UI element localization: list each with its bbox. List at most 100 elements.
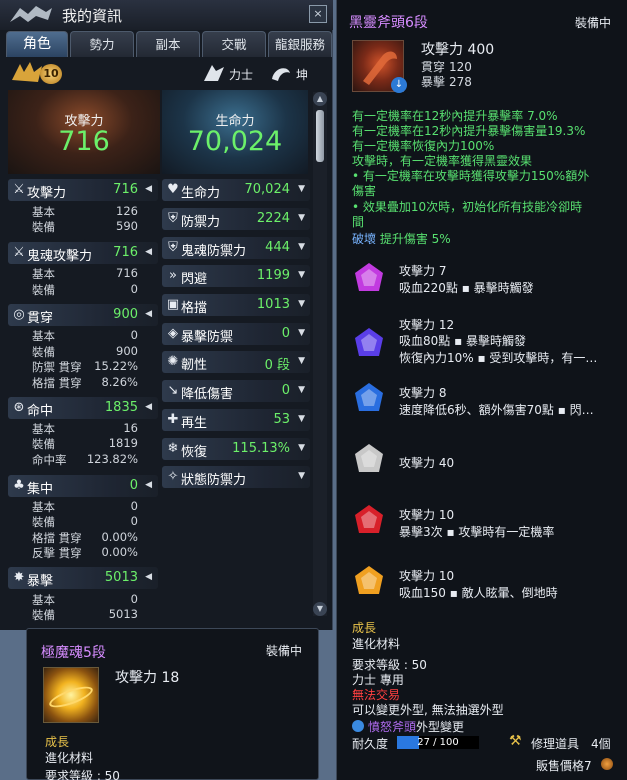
equipped-status: 裝備中 bbox=[574, 16, 611, 30]
stat-value: 716 bbox=[113, 245, 138, 260]
stat-attack-power[interactable]: ⚔ 攻擊力 716 ◀ bbox=[8, 179, 158, 201]
dropdown-arrow-icon[interactable]: ▼ bbox=[298, 184, 305, 194]
stat-sub-row: 命中率 123.82% bbox=[32, 452, 138, 467]
stat-defense[interactable]: ⛨ 防禦力 2224 ▼ bbox=[162, 208, 310, 230]
scrollbar[interactable]: ▲ ▼ bbox=[313, 92, 327, 616]
dropdown-arrow-icon[interactable]: ▼ bbox=[298, 270, 305, 280]
stat-name: 防禦力 bbox=[181, 215, 221, 230]
stat-soul-defense[interactable]: ⛨ 鬼魂防禦力 444 ▼ bbox=[162, 237, 310, 259]
stat-critical[interactable]: ✸ 暴擊 5013 ◀ bbox=[8, 567, 158, 589]
stat-crit-defense[interactable]: ◈ 暴擊防禦 0 ▼ bbox=[162, 323, 310, 345]
gem-desc: 吸血80點 ▪ 暴擊時觸發 bbox=[399, 334, 527, 348]
level-number: 10 bbox=[40, 64, 62, 84]
close-button[interactable]: × bbox=[309, 5, 327, 23]
attack-power-overview: 攻擊力 716 bbox=[8, 90, 160, 174]
stat-accuracy[interactable]: ⊛ 命中 1835 ◀ bbox=[8, 397, 158, 419]
skin-note: 可以變更外型, 無法抽選外型 bbox=[352, 703, 504, 717]
stat-evasion[interactable]: » 閃避 1199 ▼ bbox=[162, 265, 310, 287]
stat-sub-row: 基本 716 bbox=[32, 266, 138, 281]
expand-arrow-icon[interactable]: ◀ bbox=[145, 402, 152, 412]
effect-line: • 有一定機率在攻擊時獲得攻擊力150%額外 bbox=[352, 169, 590, 183]
stat-status-defense[interactable]: ✧ 狀態防禦力 ▼ bbox=[162, 466, 310, 488]
indigo-gem-icon bbox=[351, 326, 387, 362]
dropdown-arrow-icon[interactable]: ▼ bbox=[298, 213, 305, 223]
stat-value: 716 bbox=[113, 182, 138, 197]
stat-name: 韌性 bbox=[181, 358, 208, 373]
stat-name: 降低傷害 bbox=[181, 387, 234, 402]
stat-value: 900 bbox=[113, 307, 138, 322]
weapon-item-tooltip: 黑靈斧頭6段 裝備中 ↓ 攻擊力 400 貫穿 120 暴擊 278 有一定機率在1… bbox=[336, 0, 627, 780]
stat-damage-reduction[interactable]: ↘ 降低傷害 0 ▼ bbox=[162, 380, 310, 402]
dropdown-arrow-icon[interactable]: ▼ bbox=[298, 443, 305, 453]
growth-label: 成長 bbox=[45, 735, 70, 749]
stat-recovery[interactable]: ❄ 恢復 115.13% ▼ bbox=[162, 438, 310, 460]
tab-faction[interactable]: 勢力 bbox=[70, 31, 134, 57]
skin-link[interactable]: 憤怒斧頭 bbox=[368, 720, 416, 734]
stat-sub-row: 裝備 5013 bbox=[32, 607, 138, 622]
scroll-thumb[interactable] bbox=[316, 110, 324, 162]
durability-label: 耐久度 bbox=[352, 737, 389, 751]
stat-sub-row: 格擋 貫穿 0.00% bbox=[32, 530, 138, 545]
stat-value: 0 bbox=[281, 326, 290, 341]
required-level: 要求等級 : 50 bbox=[45, 769, 120, 780]
stat-sub-row: 基本 126 bbox=[32, 204, 138, 219]
stat-sub-row: 基本 16 bbox=[32, 421, 138, 436]
dropdown-arrow-icon[interactable]: ▼ bbox=[298, 328, 305, 338]
tab-character[interactable]: 角色 bbox=[6, 31, 68, 57]
dropdown-arrow-icon[interactable]: ▼ bbox=[298, 414, 305, 424]
dropdown-arrow-icon[interactable]: ▼ bbox=[298, 356, 305, 366]
stat-block[interactable]: ▣ 格擋 1013 ▼ bbox=[162, 294, 310, 316]
stat-name: 格擋 bbox=[181, 301, 208, 316]
sell-price: 販售價格7 bbox=[536, 759, 592, 773]
growth-label: 成長 bbox=[352, 621, 377, 635]
effect-line: 間 bbox=[352, 215, 365, 229]
gem-title: 攻擊力 12 bbox=[399, 318, 455, 332]
stat-value: 444 bbox=[265, 240, 290, 255]
dragon-logo-icon bbox=[10, 6, 52, 22]
gem-title: 攻擊力 10 bbox=[399, 569, 455, 583]
stat-value: 1199 bbox=[256, 268, 290, 283]
level-badge: 10 bbox=[10, 58, 70, 88]
class-name: 力士 bbox=[229, 68, 254, 82]
skin-change-icon bbox=[352, 720, 364, 732]
dropdown-arrow-icon[interactable]: ▼ bbox=[298, 299, 305, 309]
tab-dungeon[interactable]: 副本 bbox=[136, 31, 200, 57]
stat-regeneration[interactable]: ✚ 再生 53 ▼ bbox=[162, 409, 310, 431]
tab-dragon-silver-service[interactable]: 龍銀服務 bbox=[268, 31, 332, 57]
focus-icon: ♣ bbox=[13, 478, 25, 493]
scroll-down-icon[interactable]: ▼ bbox=[313, 602, 327, 616]
tab-combat[interactable]: 交戰 bbox=[202, 31, 266, 57]
item-name: 極魔魂5段 bbox=[41, 645, 106, 661]
stat-name: 生命力 bbox=[181, 186, 221, 201]
expand-arrow-icon[interactable]: ◀ bbox=[145, 184, 152, 194]
stat-sub-row: 裝備 1819 bbox=[32, 436, 138, 451]
pierce-icon: ◎ bbox=[13, 307, 25, 322]
character-summary: 10 力士 坤 bbox=[6, 57, 332, 89]
expand-arrow-icon[interactable]: ◀ bbox=[145, 247, 152, 257]
dropdown-arrow-icon[interactable]: ▼ bbox=[298, 471, 305, 481]
regen-icon: ✚ bbox=[167, 412, 179, 427]
stat-soul-attack[interactable]: ⚔ 鬼魂攻擊力 716 ◀ bbox=[8, 242, 158, 264]
crit-defense-icon: ◈ bbox=[168, 326, 178, 341]
stat-name: 命中 bbox=[27, 404, 54, 419]
gem-title: 攻擊力 8 bbox=[399, 386, 447, 400]
scroll-up-icon[interactable]: ▲ bbox=[313, 92, 327, 106]
stat-value: 115.13% bbox=[232, 441, 290, 456]
stat-value: 2224 bbox=[256, 211, 290, 226]
soul-item-tooltip: 極魔魂5段 裝備中 攻擊力 18 成長 進化材料 要求等級 : 50 bbox=[26, 628, 319, 780]
expand-arrow-icon[interactable]: ◀ bbox=[145, 309, 152, 319]
stat-sub-row: 基本 0 bbox=[32, 499, 138, 514]
dropdown-arrow-icon[interactable]: ▼ bbox=[298, 385, 305, 395]
stat-health[interactable]: ♥ 生命力 70,024 ▼ bbox=[162, 179, 310, 201]
dropdown-arrow-icon[interactable]: ▼ bbox=[298, 242, 305, 252]
expand-arrow-icon[interactable]: ◀ bbox=[145, 480, 152, 490]
hammer-icon: ⚒ bbox=[509, 733, 522, 749]
expand-arrow-icon[interactable]: ◀ bbox=[145, 572, 152, 582]
stat-tenacity[interactable]: ✺ 韌性 0 段 ▼ bbox=[162, 351, 310, 373]
stat-pierce[interactable]: ◎ 貫穿 900 ◀ bbox=[8, 304, 158, 326]
item-attack: 攻擊力 400 bbox=[421, 42, 495, 58]
effect-line: • 效果疊加10次時，初始化所有技能冷卻時 bbox=[352, 200, 583, 214]
gem-title: 攻擊力 40 bbox=[399, 456, 455, 470]
soul-sword-icon: ⚔ bbox=[13, 245, 25, 260]
stat-focus[interactable]: ♣ 集中 0 ◀ bbox=[8, 475, 158, 497]
